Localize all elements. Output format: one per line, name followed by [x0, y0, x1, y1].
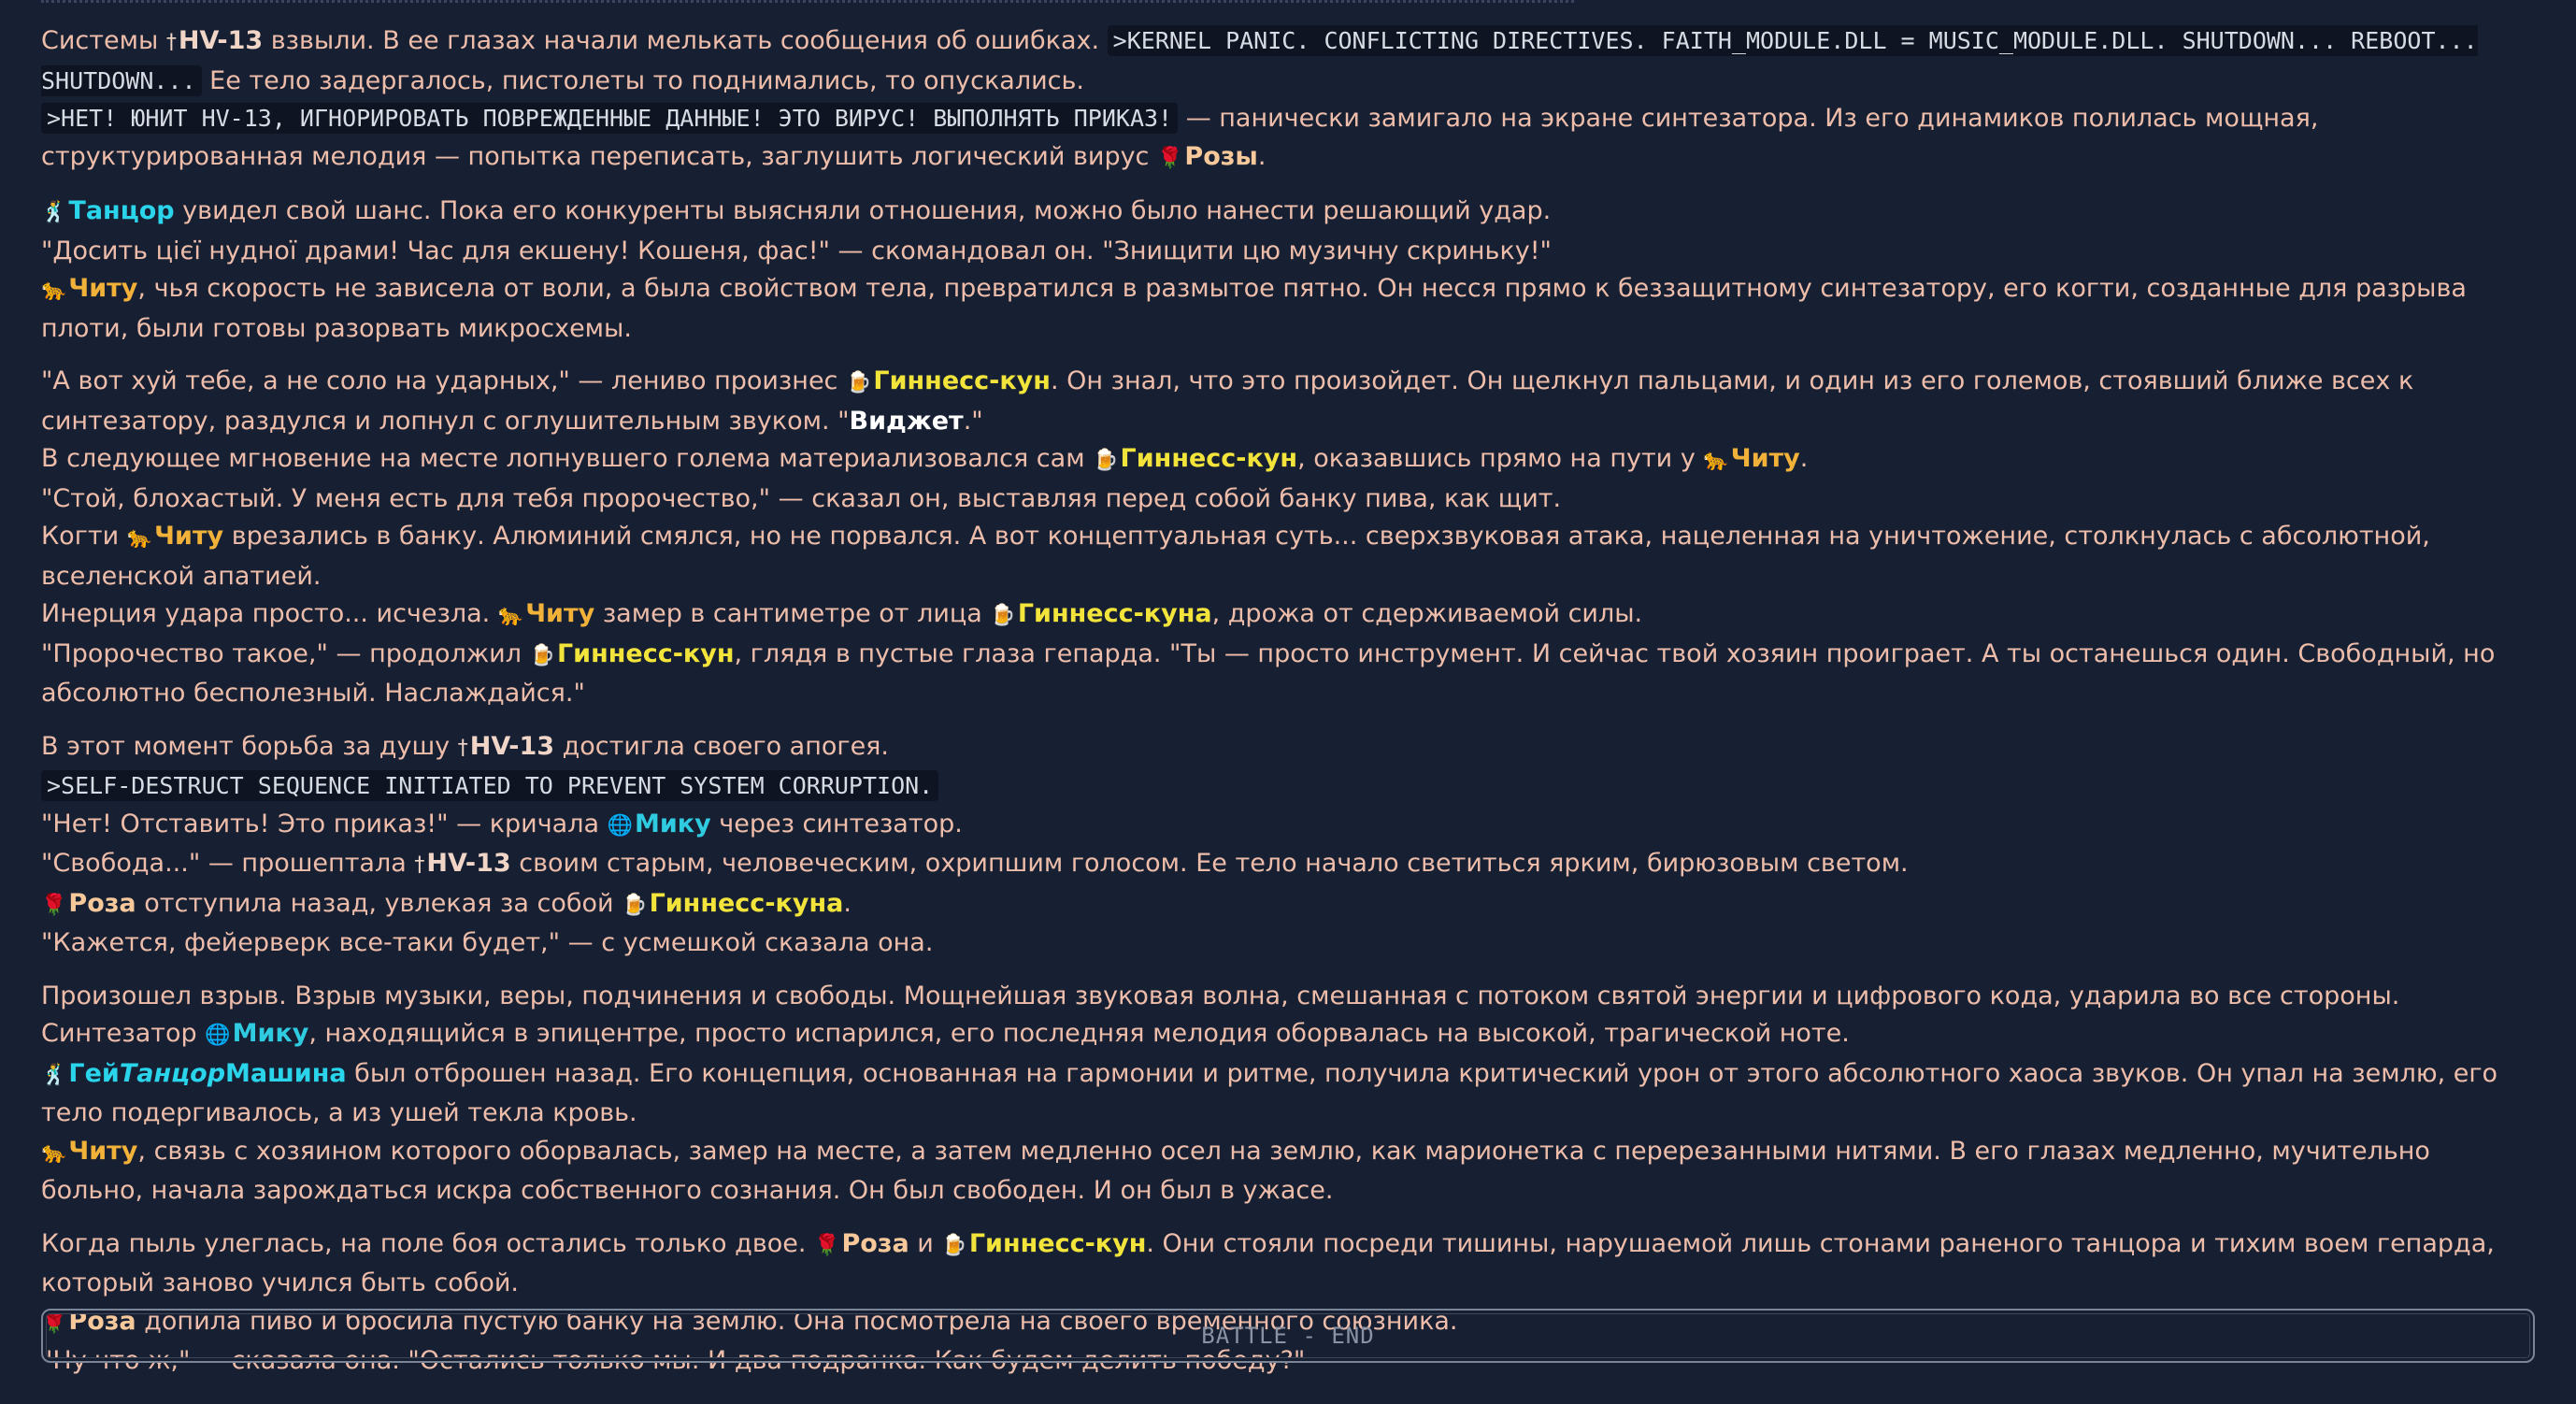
guinness-name: 🍺Гиннесс-кун [1093, 444, 1298, 473]
text: Ее тело задергалось, пистолеты то подним… [201, 65, 1084, 95]
cross-icon: † [165, 31, 177, 54]
paragraph-5: Произошел взрыв. Взрыв музыки, веры, под… [41, 981, 2498, 1206]
rose-icon: 🌹 [1157, 146, 1183, 170]
beer-icon: 🍺 [990, 604, 1016, 627]
self-destruct-message: >SELF-DESTRUCT SEQUENCE INITIATED TO PRE… [41, 770, 939, 801]
beer-icon: 🍺 [529, 643, 555, 667]
cheetah-icon: 🐆 [1703, 449, 1729, 472]
guinness-name: 🍺Гиннесс-кун [845, 366, 1051, 395]
guinness-name: 🍺Гиннесс-куна [990, 599, 1212, 628]
cheetah-name: 🐆Читу [126, 522, 224, 551]
dancer-icon: 🕺 [41, 1063, 67, 1087]
guinness-name: 🍺Гиннесс-кун [529, 638, 735, 668]
rose-name: 🌹Роза [41, 888, 136, 918]
cheetah-name: 🐆Читу [1703, 444, 1800, 473]
text: взвыли. В ее глазах начали мелькать сооб… [263, 26, 1108, 55]
widget-word: Виджет [849, 406, 964, 436]
guinness-name: 🍺Гиннесс-кун [941, 1228, 1147, 1258]
cheetah-name: 🐆Читу [41, 1136, 138, 1166]
beer-icon: 🍺 [622, 893, 648, 917]
battle-end-banner: BATTLE - END [41, 1309, 2535, 1363]
cross-icon: † [457, 736, 468, 760]
beer-icon: 🍺 [941, 1233, 967, 1257]
hv-13-name: †HV-13 [414, 849, 511, 878]
guinness-name: 🍺Гиннесс-куна [622, 888, 844, 918]
rose-name: 🌹Розы [1157, 141, 1258, 171]
text: Системы [41, 26, 166, 55]
gay-dancer-machine-name: 🕺ГейТанцорМашина [41, 1058, 347, 1088]
text: "Досить цієї нудної драми! Час для екшен… [41, 236, 1552, 265]
hv-13-name: †HV-13 [457, 731, 555, 761]
dancer-icon: 🕺 [41, 201, 67, 224]
rose-name: 🌹Роза [814, 1228, 909, 1258]
globe-icon: 🌐 [607, 813, 633, 838]
beer-icon: 🍺 [1093, 449, 1119, 472]
cheetah-name: 🐆Читу [41, 274, 138, 303]
cross-icon: † [414, 853, 425, 877]
rose-icon: 🌹 [814, 1233, 840, 1257]
beer-icon: 🍺 [845, 371, 872, 394]
globe-icon: 🌐 [205, 1024, 231, 1047]
miku-name: 🌐Мику [607, 809, 711, 838]
cheetah-icon: 🐆 [126, 526, 153, 550]
cheetah-icon: 🐆 [41, 279, 67, 302]
paragraph-2: 🕺Танцор увидел свой шанс. Пока его конку… [41, 193, 2535, 348]
paragraph-3: "А вот хуй тебе, а не соло на ударных," … [41, 366, 2496, 708]
story-text: Системы †HV-13 взвыли. В ее глазах начал… [41, 22, 2535, 1396]
battle-end-label: BATTLE - END [1201, 1322, 1375, 1349]
story-page: Системы †HV-13 взвыли. В ее глазах начал… [0, 0, 2576, 1404]
synth-command-message: >НЕТ! ЮНИТ HV-13, ИГНОРИРОВАТЬ ПОВРЕЖДЕН… [41, 103, 1179, 134]
rose-icon: 🌹 [41, 893, 67, 917]
dancer-name: 🕺Танцор [41, 196, 175, 225]
paragraph-4: В этот момент борьба за душу †HV-13 дост… [41, 731, 1909, 957]
cheetah-icon: 🐆 [497, 604, 524, 627]
miku-name: 🌐Мику [205, 1019, 309, 1048]
text: увидел свой шанс. Пока его конкуренты вы… [174, 196, 1552, 225]
text: , чья скорость не зависела от воли, а бы… [41, 274, 2467, 343]
hv-13-name: †HV-13 [165, 26, 264, 55]
cheetah-icon: 🐆 [41, 1140, 67, 1165]
paragraph-1: Системы †HV-13 взвыли. В ее глазах начал… [41, 25, 2478, 171]
cheetah-name: 🐆Читу [497, 599, 595, 628]
